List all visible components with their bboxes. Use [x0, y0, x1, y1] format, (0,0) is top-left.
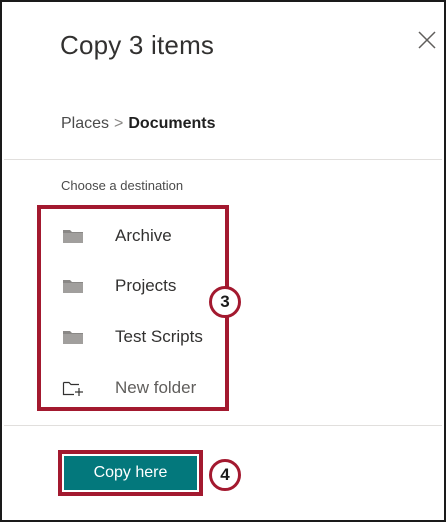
folder-label: Test Scripts	[115, 327, 203, 346]
copy-dialog: Copy 3 items Places > Documents Choose a d…	[0, 0, 446, 522]
breadcrumb-places[interactable]: Places	[61, 115, 109, 132]
divider	[4, 425, 442, 426]
close-icon[interactable]	[416, 29, 438, 51]
folder-label: Projects	[115, 276, 177, 295]
breadcrumb-current: Documents	[128, 115, 216, 132]
folder-item-archive[interactable]: Archive	[62, 222, 222, 250]
folder-item-test-scripts[interactable]: Test Scripts	[62, 323, 222, 351]
new-folder-label: New folder	[115, 378, 197, 397]
breadcrumb: Places > Documents	[61, 115, 216, 133]
folder-item-projects[interactable]: Projects	[62, 272, 222, 300]
new-folder-button[interactable]: New folder	[62, 374, 222, 402]
new-folder-icon	[62, 379, 84, 397]
dialog-title: Copy 3 items	[60, 30, 215, 60]
copy-here-button[interactable]: Copy here	[64, 456, 197, 490]
folder-icon	[62, 277, 84, 295]
folder-label: Archive	[115, 226, 172, 245]
step-callout-4: 4	[209, 459, 241, 491]
divider	[4, 159, 442, 160]
folder-icon	[62, 227, 84, 245]
breadcrumb-separator: >	[114, 115, 124, 132]
folder-icon	[62, 328, 84, 346]
step-callout-3: 3	[209, 286, 241, 318]
destination-label: Choose a destination	[61, 178, 184, 193]
